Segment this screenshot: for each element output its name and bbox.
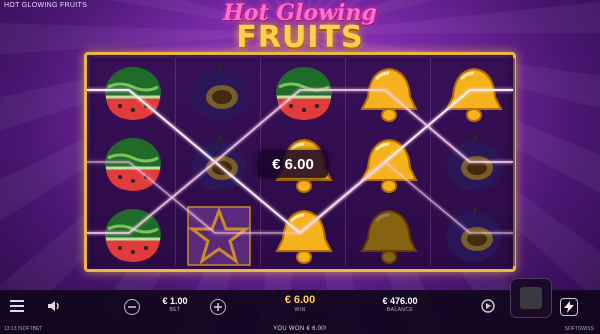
win-value: € 6.00 [284,294,316,306]
reel-column [430,58,515,266]
star-symbol [176,200,261,271]
bell-symbol [431,58,516,129]
bet-display: € 1.00 BET [150,296,200,313]
plum-symbol [431,129,516,200]
bet-label: BET [169,307,181,313]
bell-symbol [346,58,431,129]
bell-symbol [346,200,431,271]
reel-column [175,58,260,266]
balance-display: € 476.00 BALANCE [370,296,430,313]
watermelon-symbol [261,58,346,129]
win-amount-badge: € 6.00 [258,150,328,178]
decrease-bet-button[interactable] [124,299,140,315]
reel-column [90,58,175,266]
plum-symbol [176,129,261,200]
bell-symbol [261,200,346,271]
win-label: WIN [294,307,306,313]
footer-right-info: SOFTSWISS [564,326,594,332]
autoplay-icon[interactable] [480,298,496,319]
game-title-small: HOT GLOWING FRUITS [4,2,88,9]
watermelon-symbol [90,58,175,129]
win-message: YOU WON € 6.00! [273,326,327,332]
plum-symbol [431,200,516,271]
stop-icon [520,287,542,309]
balance-value: € 476.00 [382,296,418,306]
turbo-icon[interactable] [560,298,578,316]
reel-column [345,58,430,266]
bet-value: € 1.00 [162,296,188,306]
watermelon-symbol [90,200,175,271]
bell-symbol [346,129,431,200]
win-display: € 6.00 WIN [270,294,330,313]
watermelon-symbol [90,129,175,200]
balance-label: BALANCE [386,307,414,313]
logo-line-2: FRUITS [236,20,364,55]
sound-icon[interactable] [46,298,62,319]
game-logo: Hot Glowing FRUITS [200,0,400,55]
spin-button[interactable] [510,278,552,318]
plum-symbol [176,58,261,129]
increase-bet-button[interactable] [210,299,226,315]
menu-icon[interactable] [10,300,24,312]
